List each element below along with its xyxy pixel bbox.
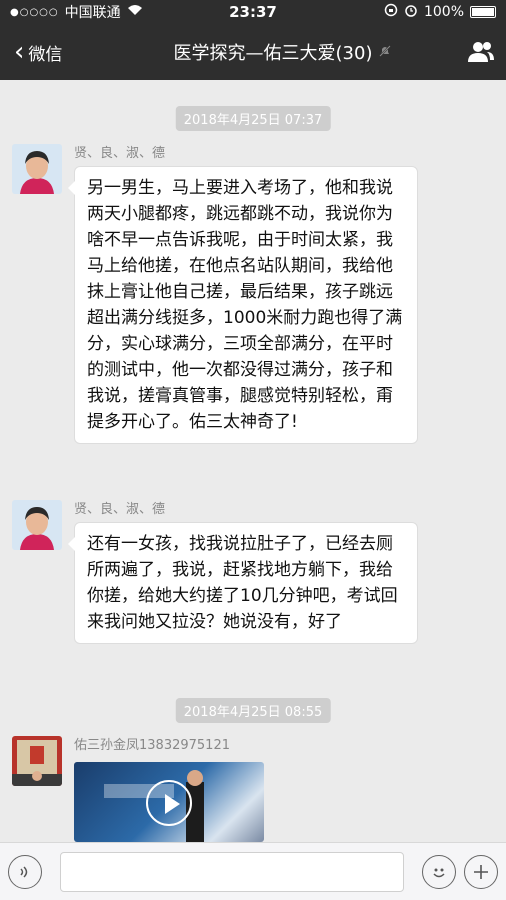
battery-icon bbox=[470, 6, 496, 18]
battery-percent: 100% bbox=[423, 4, 464, 20]
status-time: 23:37 bbox=[229, 3, 277, 21]
sender-name: 贤、良、淑、德 bbox=[74, 146, 166, 161]
status-bar: ●○○○○ 中国联通 23:37 100% bbox=[0, 0, 506, 24]
message-bubble[interactable]: 还有一女孩，找我说拉肚子了，已经去厕所两遍了，我说，赶紧找地方躺下，我给你搓，给… bbox=[68, 522, 418, 644]
signal-icon: ●○○○○ bbox=[10, 6, 59, 18]
alarm-icon bbox=[404, 3, 418, 21]
play-icon[interactable] bbox=[146, 780, 192, 826]
message-bubble[interactable]: 另一男生，马上要进入考场了，他和我说两天小腿都疼，跳远都跳不动，我说你为啥不早一… bbox=[68, 166, 418, 444]
carrier-label: 中国联通 bbox=[64, 5, 121, 21]
avatar[interactable] bbox=[12, 736, 62, 786]
emoji-icon[interactable] bbox=[422, 854, 456, 889]
chevron-left-icon: ‹ bbox=[14, 37, 25, 67]
back-button[interactable]: ‹ 微信 bbox=[0, 39, 110, 65]
chat-area[interactable]: 2018年4月25日 07:37 贤、良、淑、德 另一男生，马上要进入考场了，他… bbox=[0, 80, 506, 842]
back-label: 微信 bbox=[28, 44, 63, 65]
chat-title: 医学探究—佑三大爱(30) bbox=[173, 43, 373, 64]
voice-icon[interactable] bbox=[8, 854, 42, 889]
chat-title-wrap: 医学探究—佑三大爱(30) bbox=[110, 39, 456, 65]
avatar[interactable] bbox=[12, 500, 62, 550]
wifi-icon bbox=[127, 4, 143, 20]
rotation-lock-icon bbox=[384, 3, 398, 21]
sender-name: 佑三孙金凤13832975121 bbox=[74, 738, 230, 753]
input-bar bbox=[0, 842, 506, 900]
video-message[interactable] bbox=[74, 762, 264, 842]
avatar[interactable] bbox=[12, 144, 62, 194]
plus-icon[interactable] bbox=[464, 854, 498, 889]
timestamp: 2018年4月25日 08:55 bbox=[175, 698, 331, 723]
sender-name: 贤、良、淑、德 bbox=[74, 502, 166, 517]
mute-bell-icon bbox=[378, 44, 392, 61]
message-input[interactable] bbox=[60, 851, 404, 892]
group-people-icon[interactable] bbox=[456, 41, 506, 63]
timestamp: 2018年4月25日 07:37 bbox=[175, 106, 331, 131]
nav-bar: ‹ 微信 医学探究—佑三大爱(30) bbox=[0, 24, 506, 80]
